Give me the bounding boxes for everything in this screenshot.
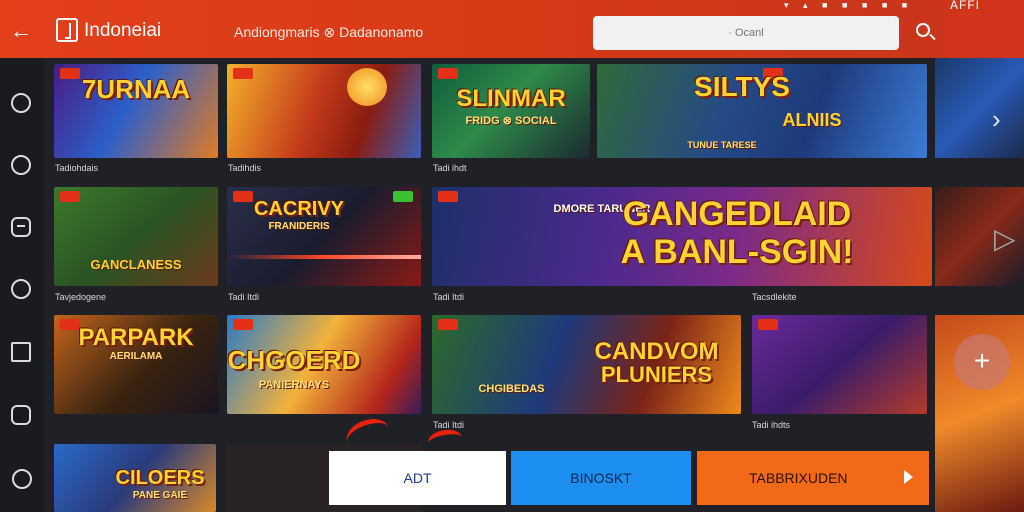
app-screen: ← Indoneiai Andiongmaris ⊗ Dadanonamo ▾ … <box>0 0 1024 512</box>
sidebar <box>0 58 44 512</box>
game-card-tagline: TUNUE TARESE <box>687 140 757 150</box>
game-card-subtitle: ALNIIS <box>782 110 842 130</box>
chevron-right-icon[interactable]: › <box>992 104 1001 135</box>
side-preview-card[interactable] <box>935 58 1024 158</box>
search-icon[interactable] <box>912 20 938 46</box>
game-card-title: CACRIVY <box>253 198 344 220</box>
game-card-subtitle: FRIDG ⊗ SOCIAL <box>465 115 557 127</box>
circle-icon[interactable] <box>12 469 32 489</box>
game-card[interactable]: SILTYS ALNIIS TUNUE TARESE <box>597 64 927 158</box>
game-card-caption: Tadi ihdt <box>433 163 467 173</box>
play-icon[interactable]: ▷ <box>994 222 1016 255</box>
game-card[interactable]: DMORE TARUNER GANGEDLAID A BANL-SGIN! <box>432 187 932 286</box>
game-card-caption: Tadi Itdi <box>228 292 260 302</box>
game-card-title: CHGOERD <box>227 345 361 375</box>
game-card-title: 7URNAA <box>81 74 191 104</box>
game-card-caption: Tadi ihdts <box>752 420 791 430</box>
game-card-caption: Tacsdlekite <box>752 292 797 302</box>
game-card[interactable]: 7URNAA <box>54 64 218 158</box>
add-button[interactable]: ADT <box>329 451 506 505</box>
game-card-caption: Tadi Itdi <box>433 292 465 302</box>
game-card[interactable]: CACRIVY FRANIDERIS <box>227 187 421 286</box>
clock-icon[interactable] <box>11 155 31 175</box>
game-card-caption: Tavjedogene <box>55 292 107 302</box>
game-card-subtitle: FRANIDERIS <box>268 221 330 232</box>
game-card-title: SLINMAR <box>456 85 566 112</box>
game-card[interactable] <box>227 64 421 158</box>
status-bar-label: AFFI <box>950 0 980 12</box>
game-card[interactable]: CILOERS PANE GAIE <box>54 444 216 512</box>
game-card-subtitle: GANCLANESS <box>90 257 182 272</box>
game-card-caption: Tadiohdais <box>55 163 99 173</box>
game-card[interactable] <box>752 315 927 414</box>
home-icon[interactable] <box>11 342 31 362</box>
chevron-circle-icon[interactable] <box>11 93 31 113</box>
game-card-subtitle: A BANL-SGIN! <box>620 233 854 271</box>
game-card-title: GANGEDLAID <box>622 195 852 233</box>
game-card-title: CILOERS <box>115 467 205 489</box>
game-card-subtitle: PANIERNAYS <box>258 379 330 391</box>
bag-icon[interactable] <box>11 405 31 425</box>
play-arrow-icon <box>904 470 913 484</box>
game-card[interactable]: SLINMAR FRIDG ⊗ SOCIAL <box>432 64 590 158</box>
game-card-caption: Tadihdis <box>228 163 262 173</box>
header-subtitle: Andiongmaris ⊗ Dadanonamo <box>234 24 424 40</box>
status-bar-icons: ▾ ▴ ■ ■ ■ ■ ■ <box>784 0 914 10</box>
game-card-tagline: CHGIBEDAS <box>478 383 545 395</box>
game-card-title: CANDVOM <box>594 338 719 365</box>
game-card[interactable]: CANDVOM PLUNIERS CHGIBEDAS <box>432 315 741 414</box>
app-logo-icon <box>56 18 78 42</box>
search-input[interactable] <box>593 16 899 50</box>
add-fab-icon[interactable]: + <box>954 334 1010 390</box>
decorative-swoosh <box>426 427 464 453</box>
minus-square-icon[interactable] <box>11 217 31 237</box>
app-title: Indoneiai <box>84 20 162 41</box>
middle-action-button[interactable]: BINOSKT <box>511 451 691 505</box>
game-card-title: PARPARK <box>78 324 194 351</box>
game-card[interactable]: GANCLANESS <box>54 187 218 286</box>
game-card[interactable]: CHGOERD PANIERNAYS <box>227 315 421 414</box>
game-card-subtitle: PANE GAIE <box>132 490 188 501</box>
back-arrow-icon[interactable]: ← <box>8 18 34 44</box>
proceed-button-label: TABBRIXUDEN <box>749 470 848 486</box>
proceed-button[interactable]: TABBRIXUDEN <box>697 451 929 505</box>
location-icon[interactable] <box>11 279 31 299</box>
game-card[interactable]: PARPARK AERILAMA <box>54 315 218 414</box>
game-card-subtitle: AERILAMA <box>109 351 163 362</box>
game-card-title: SILTYS <box>694 71 790 102</box>
game-card-caption: Tadi Itdi <box>433 420 465 430</box>
